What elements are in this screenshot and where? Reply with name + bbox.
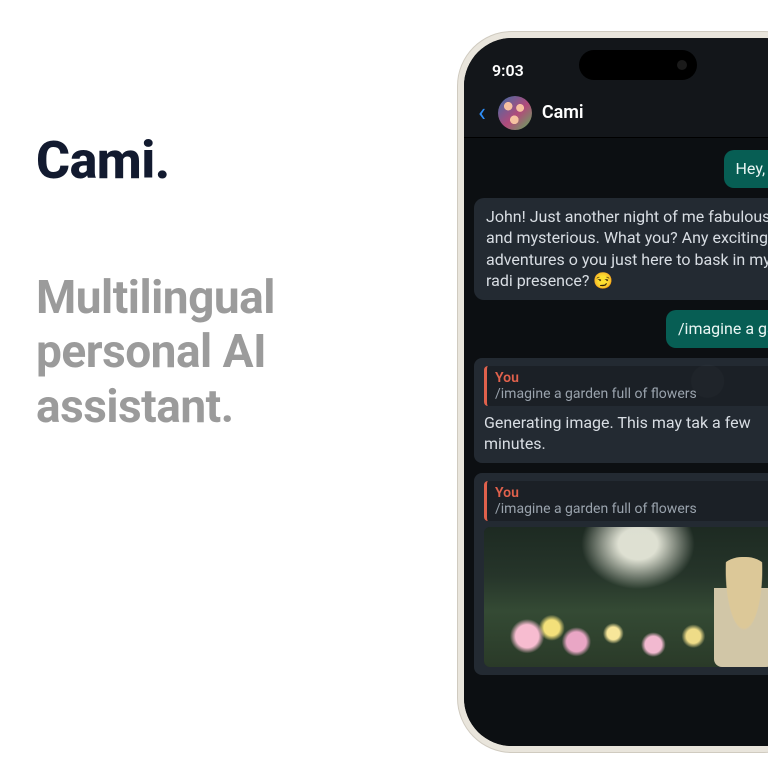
quote-from: You	[495, 370, 768, 386]
message-in-quoted[interactable]: You /imagine a garden full of flowers Ge…	[474, 358, 768, 463]
quote-text: /imagine a garden full of flowers	[495, 501, 768, 517]
quote: You /imagine a garden full of flowers	[484, 366, 768, 406]
chat-header: ‹ Cami	[464, 88, 768, 138]
back-icon[interactable]: ‹	[478, 100, 488, 126]
message-in-quoted[interactable]: You /imagine a garden full of flowers	[474, 473, 768, 675]
message-out[interactable]: Hey, wh	[724, 150, 768, 188]
status-time: 9:03	[492, 61, 524, 80]
garden-image-icon	[484, 527, 768, 667]
phone-frame: 9:03 ‹ Cami Hey, wh John! Just another n…	[458, 32, 768, 752]
marketing-copy: Cami. Multilingual personal AI assistant…	[0, 0, 440, 768]
tagline: Multilingual personal AI assistant.	[36, 271, 440, 434]
message-out[interactable]: /imagine a gard	[666, 310, 768, 348]
device-showcase: 9:03 ‹ Cami Hey, wh John! Just another n…	[440, 0, 768, 768]
generated-image[interactable]	[484, 527, 768, 667]
message-text: /imagine a gard	[678, 319, 768, 338]
message-in[interactable]: John! Just another night of me fabulous …	[474, 198, 768, 300]
quote-text: /imagine a garden full of flowers	[495, 386, 768, 402]
phone-screen: 9:03 ‹ Cami Hey, wh John! Just another n…	[464, 38, 768, 746]
chat-body[interactable]: Hey, wh John! Just another night of me f…	[464, 138, 768, 746]
chat-title[interactable]: Cami	[542, 102, 584, 123]
message-text: Generating image. This may tak a few min…	[484, 412, 768, 455]
quote-from: You	[495, 485, 768, 501]
avatar[interactable]	[498, 96, 532, 130]
message-text: Hey, wh	[736, 159, 768, 178]
dynamic-island	[579, 50, 697, 80]
message-text: John! Just another night of me fabulous …	[486, 207, 768, 291]
brand-title: Cami.	[36, 130, 440, 191]
quote: You /imagine a garden full of flowers	[484, 481, 768, 521]
marketing-page: Cami. Multilingual personal AI assistant…	[0, 0, 768, 768]
camera-dot-icon	[677, 60, 687, 70]
